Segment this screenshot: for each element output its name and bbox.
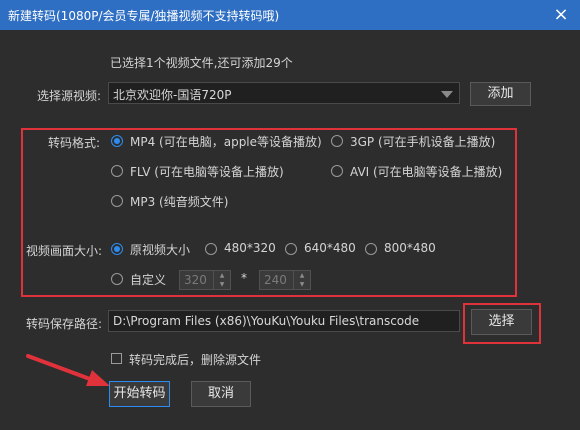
size-custom-label[interactable]: 自定义 — [130, 271, 166, 288]
window-title: 新建转码(1080P/会员专属/独播视频不支持转码哦) — [8, 9, 280, 23]
video-size-label: 视频画面大小: — [26, 244, 103, 258]
save-path-value: D:\Program Files (x86)\YouKu\Youku Files… — [113, 314, 420, 328]
format-3gp-radio[interactable] — [331, 135, 343, 147]
save-path-input[interactable]: D:\Program Files (x86)\YouKu\Youku Files… — [108, 310, 460, 332]
transcode-dialog: 新建转码(1080P/会员专属/独播视频不支持转码哦) × 已选择1个视频文件,… — [0, 0, 580, 430]
width-up-arrow-icon[interactable]: ▲ — [213, 271, 230, 280]
format-mp3-radio[interactable] — [111, 195, 123, 207]
size-original-radio[interactable] — [111, 243, 123, 255]
format-3gp-label[interactable]: 3GP (可在手机设备上播放) — [350, 133, 495, 150]
format-avi-label[interactable]: AVI (可在电脑等设备上播放) — [350, 163, 502, 180]
size-custom-radio[interactable] — [111, 273, 123, 285]
start-transcode-button[interactable]: 开始转码 — [109, 381, 170, 407]
source-video-select[interactable]: 北京欢迎你-国语720P — [108, 82, 460, 104]
size-480x320-label[interactable]: 480*320 — [224, 241, 276, 255]
format-mp3-label[interactable]: MP3 (纯音频文件) — [130, 193, 228, 210]
custom-width-value: 320 — [184, 273, 207, 287]
delete-source-label[interactable]: 转码完成后，删除源文件 — [129, 351, 261, 368]
selection-info: 已选择1个视频文件,还可添加29个 — [110, 56, 293, 70]
custom-height-value: 240 — [264, 273, 287, 287]
size-800x480-radio[interactable] — [365, 243, 377, 255]
height-down-arrow-icon[interactable]: ▼ — [293, 280, 310, 289]
size-times-sign: * — [241, 271, 247, 285]
format-label: 转码格式: — [48, 136, 101, 150]
custom-height-stepper[interactable]: 240 ▲ ▼ — [259, 270, 311, 290]
size-640x480-label[interactable]: 640*480 — [304, 241, 356, 255]
format-mp4-label[interactable]: MP4 (可在电脑，apple等设备播放) — [130, 133, 322, 150]
add-button[interactable]: 添加 — [470, 82, 531, 106]
save-path-label: 转码保存路径: — [26, 317, 103, 331]
format-flv-label[interactable]: FLV (可在电脑等设备上播放) — [130, 163, 284, 180]
height-up-arrow-icon[interactable]: ▲ — [293, 271, 310, 280]
size-480x320-radio[interactable] — [205, 243, 217, 255]
format-mp4-radio[interactable] — [111, 135, 123, 147]
close-icon[interactable]: × — [550, 4, 572, 26]
size-640x480-radio[interactable] — [285, 243, 297, 255]
format-flv-radio[interactable] — [111, 165, 123, 177]
chevron-down-icon — [441, 91, 453, 98]
width-down-arrow-icon[interactable]: ▼ — [213, 280, 230, 289]
size-original-label[interactable]: 原视频大小 — [130, 241, 190, 258]
custom-width-stepper[interactable]: 320 ▲ ▼ — [179, 270, 231, 290]
title-bar: 新建转码(1080P/会员专属/独播视频不支持转码哦) × — [0, 0, 580, 30]
format-avi-radio[interactable] — [331, 165, 343, 177]
size-800x480-label[interactable]: 800*480 — [384, 241, 436, 255]
choose-path-button[interactable]: 选择 — [471, 309, 532, 335]
cancel-button[interactable]: 取消 — [191, 381, 251, 407]
source-video-label: 选择源视频: — [37, 89, 102, 103]
source-video-value: 北京欢迎你-国语720P — [113, 88, 232, 102]
annotation-arrow-icon — [26, 354, 110, 386]
